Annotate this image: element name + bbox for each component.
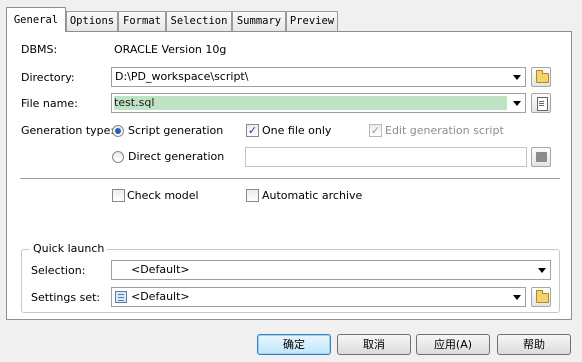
cancel-button[interactable]: 取消 [337, 334, 411, 355]
quick-launch-title: Quick launch [30, 242, 108, 255]
dbms-label: DBMS: [21, 43, 58, 56]
one-file-only-label: One file only [262, 124, 332, 137]
tab-options[interactable]: Options [66, 11, 118, 31]
browse-directory-button[interactable] [531, 67, 551, 87]
settings-list-icon [115, 291, 127, 303]
directory-value: D:\PD_workspace\script\ [115, 70, 249, 83]
edit-file-button[interactable] [531, 93, 551, 113]
document-icon [537, 97, 548, 111]
check-model-checkbox[interactable] [112, 189, 125, 202]
settings-set-combo[interactable]: <Default> [111, 287, 526, 307]
automatic-archive-label: Automatic archive [262, 189, 363, 202]
folder-icon [536, 290, 549, 303]
automatic-archive-checkbox[interactable] [246, 189, 259, 202]
direct-generation-radio[interactable] [112, 151, 124, 163]
dbms-value: ORACLE Version 10g [114, 43, 227, 56]
tab-summary[interactable]: Summary [232, 11, 286, 31]
selection-combo[interactable]: <Default> [111, 260, 551, 280]
apply-button[interactable]: 应用(A) [416, 334, 490, 355]
chevron-down-icon[interactable] [513, 295, 521, 300]
help-button[interactable]: 帮助 [497, 334, 571, 355]
direct-generation-label: Direct generation [128, 150, 225, 163]
filename-label: File name: [21, 97, 78, 110]
database-icon [536, 152, 547, 162]
browse-settings-button[interactable] [531, 287, 551, 307]
edit-generation-script-label: Edit generation script [385, 124, 504, 137]
ok-button[interactable]: 确定 [257, 334, 331, 355]
generation-type-label: Generation type: [21, 124, 115, 137]
settings-set-label: Settings set: [31, 291, 101, 304]
chevron-down-icon[interactable] [513, 101, 521, 106]
directory-label: Directory: [21, 71, 75, 84]
folder-icon [536, 70, 549, 83]
script-generation-radio[interactable] [112, 125, 124, 137]
filename-combo[interactable]: test.sql [111, 93, 526, 113]
chevron-down-icon[interactable] [538, 268, 546, 273]
separator [20, 178, 560, 180]
script-generation-label: Script generation [128, 124, 224, 137]
chevron-down-icon[interactable] [513, 75, 521, 80]
data-source-field[interactable] [245, 147, 527, 167]
tab-preview[interactable]: Preview [286, 11, 338, 31]
connect-button[interactable] [531, 147, 551, 167]
tab-general[interactable]: General [6, 7, 66, 32]
selection-value: <Default> [131, 263, 190, 276]
check-model-label: Check model [127, 189, 199, 202]
tab-format[interactable]: Format [118, 11, 166, 31]
selection-label: Selection: [31, 264, 86, 277]
settings-set-value: <Default> [131, 290, 190, 303]
one-file-only-checkbox[interactable]: ✓ [246, 124, 259, 137]
filename-value[interactable]: test.sql [114, 96, 507, 110]
directory-combo[interactable]: D:\PD_workspace\script\ [111, 67, 526, 87]
tab-selection[interactable]: Selection [166, 11, 232, 31]
edit-generation-script-checkbox[interactable]: ✓ [369, 124, 382, 137]
